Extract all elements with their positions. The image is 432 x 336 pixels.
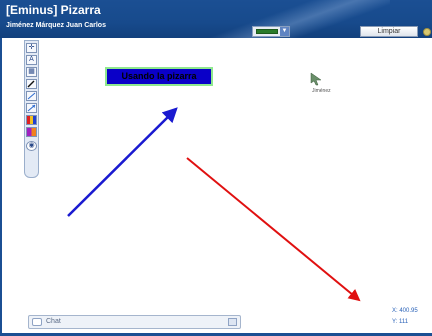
remote-cursor-label: Jiménez (312, 88, 331, 94)
coordinates-readout: X: 400.95 Y: 111 (392, 306, 418, 328)
chat-bubble-icon (32, 318, 42, 326)
y-coordinate: Y: 111 (392, 319, 409, 325)
remote-cursor-icon (310, 72, 322, 86)
x-coordinate: X: 400.95 (392, 308, 418, 314)
blue-arrow-stroke[interactable] (67, 107, 178, 217)
whiteboard-window: [Eminus] Pizarra Jiménez Márquez Juan Ca… (0, 0, 432, 336)
chat-expand-icon[interactable] (228, 318, 237, 326)
red-arrow-stroke[interactable] (186, 157, 361, 302)
chat-label: Chat (46, 318, 61, 325)
chat-bar[interactable]: Chat (28, 315, 241, 329)
drawing-canvas[interactable] (0, 0, 432, 336)
whiteboard-text-box[interactable]: Usando la pizarra (105, 67, 213, 86)
